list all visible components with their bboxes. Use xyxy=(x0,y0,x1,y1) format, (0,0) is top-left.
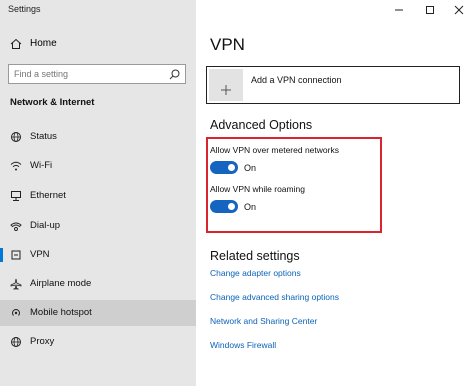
sidebar-item-proxy[interactable]: Proxy xyxy=(0,329,196,355)
home-icon xyxy=(10,38,22,49)
sidebar-item-label: Airplane mode xyxy=(30,278,92,289)
toggle-knob xyxy=(228,203,235,210)
home-nav-item[interactable]: Home xyxy=(0,34,196,56)
close-icon[interactable] xyxy=(452,4,466,16)
roaming-toggle-state: On xyxy=(244,202,257,212)
search-box[interactable] xyxy=(8,64,186,84)
roaming-option-label: Allow VPN while roaming xyxy=(210,184,305,194)
metered-toggle[interactable] xyxy=(210,161,238,174)
sidebar-item-status[interactable]: Status xyxy=(0,124,196,150)
toggle-knob xyxy=(228,164,235,171)
sidebar-item-label: Status xyxy=(30,131,57,142)
related-settings-heading: Related settings xyxy=(210,249,300,263)
wifi-icon xyxy=(10,161,22,171)
sidebar-item-label: Mobile hotspot xyxy=(30,307,92,318)
sidebar-item-wifi[interactable]: Wi-Fi xyxy=(0,153,196,179)
page-title: VPN xyxy=(210,35,245,54)
link-network-and-sharing-center[interactable]: Network and Sharing Center xyxy=(210,316,317,326)
plus-icon xyxy=(221,85,231,95)
status-globe-icon xyxy=(11,132,21,142)
minimize-icon[interactable] xyxy=(392,4,406,16)
sidebar-item-label: Ethernet xyxy=(30,190,66,201)
sidebar-item-label: Proxy xyxy=(30,336,55,347)
selection-indicator xyxy=(0,248,3,262)
search-input[interactable] xyxy=(14,68,164,80)
metered-toggle-state: On xyxy=(244,163,257,173)
ethernet-icon xyxy=(11,191,21,201)
add-vpn-label: Add a VPN connection xyxy=(251,75,342,85)
airplane-icon xyxy=(10,278,22,290)
vpn-icon xyxy=(11,250,21,260)
sidebar-item-label: VPN xyxy=(30,249,50,260)
sidebar-item-ethernet[interactable]: Ethernet xyxy=(0,183,196,209)
metered-option-label: Allow VPN over metered networks xyxy=(210,145,339,155)
section-heading: Network & Internet xyxy=(10,97,95,108)
add-tile xyxy=(209,69,243,101)
sidebar-item-dial-up[interactable]: Dial-up xyxy=(0,213,196,239)
dial-up-icon xyxy=(10,222,22,231)
advanced-options-heading: Advanced Options xyxy=(210,118,313,132)
window-title: Settings xyxy=(8,4,41,14)
link-windows-firewall[interactable]: Windows Firewall xyxy=(210,340,276,350)
sidebar-item-mobile-hotspot[interactable]: Mobile hotspot xyxy=(0,300,196,326)
link-change-advanced-sharing-options[interactable]: Change advanced sharing options xyxy=(210,292,339,302)
home-label: Home xyxy=(30,38,57,49)
search-icon[interactable] xyxy=(169,69,180,80)
add-vpn-connection-button[interactable]: Add a VPN connection xyxy=(206,66,460,104)
sidebar-item-label: Wi-Fi xyxy=(30,160,53,171)
sidebar-item-airplane-mode[interactable]: Airplane mode xyxy=(0,271,196,297)
main-content: VPN Add a VPN connection Advanced Option… xyxy=(196,0,474,386)
sidebar-item-label: Dial-up xyxy=(30,220,61,231)
sidebar-item-vpn[interactable]: VPN xyxy=(0,242,196,268)
hotspot-icon xyxy=(12,309,20,316)
proxy-globe-icon xyxy=(11,337,21,347)
roaming-toggle[interactable] xyxy=(210,200,238,213)
link-change-adapter-options[interactable]: Change adapter options xyxy=(210,268,301,278)
sidebar: Settings Home Network & Internet Status … xyxy=(0,0,196,386)
maximize-icon[interactable] xyxy=(423,4,437,16)
